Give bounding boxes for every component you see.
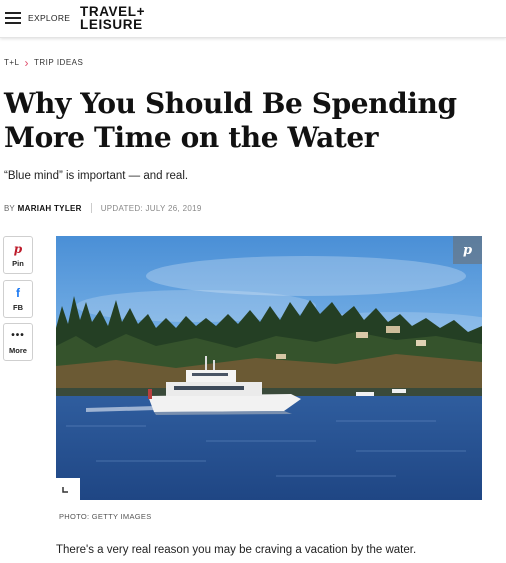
facebook-share-label: FB: [13, 302, 23, 312]
facebook-share-button[interactable]: f FB: [3, 280, 33, 318]
breadcrumb-item-trip-ideas[interactable]: TRIP IDEAS: [34, 58, 83, 67]
site-logo[interactable]: TRAVEL+ LEISURE: [80, 5, 145, 32]
top-navigation-bar: EXPLORE TRAVEL+ LEISURE: [0, 0, 506, 38]
article-paragraph: There's a very real reason you may be cr…: [56, 544, 417, 556]
explore-link[interactable]: EXPLORE: [28, 13, 70, 23]
pinterest-icon[interactable]: p: [453, 236, 482, 264]
facebook-icon: f: [16, 285, 20, 300]
breadcrumb: T+L › TRIP IDEAS: [4, 55, 83, 70]
pinterest-share-button[interactable]: p Pin: [3, 236, 33, 274]
byline-prefix: BY: [4, 203, 15, 213]
updated-date: UPDATED: JULY 26, 2019: [100, 203, 202, 213]
logo-line-2: LEISURE: [80, 17, 143, 32]
ellipsis-icon: •••: [11, 329, 25, 341]
chevron-right-icon: ›: [24, 55, 30, 70]
yacht-on-lake-photo: [56, 236, 482, 500]
breadcrumb-item-home[interactable]: T+L: [4, 58, 20, 67]
byline: BY MARIAH TYLER UPDATED: JULY 26, 2019: [4, 203, 202, 213]
more-share-button[interactable]: ••• More: [3, 323, 33, 361]
pinterest-share-label: Pin: [12, 258, 24, 268]
hamburger-menu-icon[interactable]: [5, 12, 21, 25]
pinterest-icon: p: [13, 241, 23, 256]
photo-credit: PHOTO: GETTY IMAGES: [59, 512, 152, 521]
article-subtitle: “Blue mind” is important — and real.: [4, 170, 189, 182]
more-share-label: More: [9, 345, 27, 355]
expand-icon[interactable]: [56, 478, 80, 500]
hero-image[interactable]: p: [56, 236, 482, 500]
page-title: Why You Should Be Spending More Time on …: [4, 87, 457, 154]
byline-divider: [90, 203, 92, 213]
author-link[interactable]: MARIAH TYLER: [18, 204, 82, 213]
